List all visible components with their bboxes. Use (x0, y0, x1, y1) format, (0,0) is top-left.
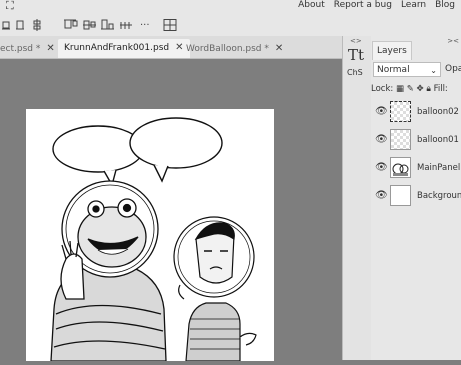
chevron-down-icon: ⌄ (430, 66, 437, 75)
lock-row: Lock: ▦ ✎ ✥ 🔒︎ Fill: (371, 84, 448, 94)
layer-name: balloon01 (417, 135, 459, 145)
lock-image-icon[interactable]: ✎ (407, 84, 414, 94)
tab-project[interactable]: ect.psd * ✕ (0, 40, 55, 58)
layer-balloon01[interactable]: 👁︎ balloon01 (371, 127, 461, 153)
eye-icon[interactable]: 👁︎ (375, 106, 388, 117)
blend-mode-value: Normal (377, 65, 410, 75)
layer-thumbnail (390, 129, 411, 150)
comic-artwork-image (50, 117, 257, 362)
canvas-area[interactable] (0, 59, 342, 362)
collapse-icon[interactable]: <> (350, 37, 362, 45)
tab-label: KrunnAndFrank001.psd (64, 43, 170, 53)
layer-mainpanel[interactable]: 👁︎ MainPanel (371, 155, 461, 181)
layer-thumbnail (390, 157, 411, 178)
menu-report-bug[interactable]: Report a bug (334, 0, 392, 10)
layer-name: balloon02 (417, 107, 459, 117)
tab-krunn-and-frank[interactable]: KrunnAndFrank001.psd ✕ (58, 39, 190, 58)
eye-icon[interactable]: 👁︎ (375, 162, 388, 173)
layer-thumbnail (390, 101, 411, 122)
layer-thumbnail (390, 185, 411, 206)
close-icon[interactable]: ✕ (175, 42, 183, 53)
fullscreen-icon[interactable]: ⛶ (6, 0, 14, 13)
tab-label: ect.psd * (0, 44, 41, 54)
mainpanel-thumbnail-image (392, 163, 409, 176)
eye-icon[interactable]: 👁︎ (375, 190, 388, 201)
layer-name: Background (417, 191, 461, 201)
character-panel-icon[interactable]: Tt (348, 46, 364, 64)
tab-label: WordBalloon.psd * (186, 44, 269, 54)
fill-label: Fill: (433, 84, 448, 94)
blend-mode-select[interactable]: Normal ⌄ (373, 62, 441, 77)
lock-position-icon[interactable]: ✥ (417, 84, 424, 94)
tab-word-balloon[interactable]: WordBalloon.psd * ✕ (186, 40, 283, 58)
more-icon[interactable]: ... (140, 17, 150, 28)
eye-icon[interactable]: 👁︎ (375, 134, 388, 145)
close-icon[interactable]: ✕ (275, 43, 283, 54)
transform-controls-icon[interactable] (163, 19, 177, 31)
character-panel-label[interactable]: ChS (347, 68, 363, 77)
tab-layers[interactable]: Layers (372, 41, 412, 60)
layer-balloon02[interactable]: 👁︎ balloon02 (371, 99, 461, 125)
tool-options-bar: ... (0, 14, 461, 36)
speech-balloon-left (52, 125, 144, 187)
layer-name: MainPanel (417, 163, 461, 173)
opacity-label: Opa (445, 64, 461, 74)
top-menu-bar: ⛶ About Report a bug Learn Blog (0, 0, 461, 14)
document-tabs: ect.psd * ✕ KrunnAndFrank001.psd ✕ WordBal… (0, 36, 342, 59)
layer-background[interactable]: 👁︎ Background (371, 183, 461, 209)
layers-panel: >< Layers Normal ⌄ Opa Lock: ▦ ✎ ✥ 🔒︎ Fi… (371, 36, 461, 360)
man-astronaut (173, 216, 257, 362)
align-icons[interactable] (2, 19, 42, 31)
document-canvas[interactable] (26, 109, 274, 362)
lock-transparency-icon[interactable]: ▦ (396, 84, 404, 94)
menu-learn[interactable]: Learn (401, 0, 426, 10)
menu-blog[interactable]: Blog (435, 0, 455, 10)
lock-label: Lock: (371, 84, 394, 94)
frog-astronaut (50, 180, 167, 362)
speech-balloon-right (129, 117, 223, 183)
top-menu: About Report a bug Learn Blog (298, 0, 455, 10)
close-icon[interactable]: ✕ (46, 43, 54, 54)
lock-all-icon[interactable]: 🔒︎ (426, 84, 431, 94)
collapse-icon[interactable]: >< (447, 37, 459, 45)
menu-about[interactable]: About (298, 0, 325, 10)
side-panel-strip: <> Tt ChS (342, 36, 371, 360)
